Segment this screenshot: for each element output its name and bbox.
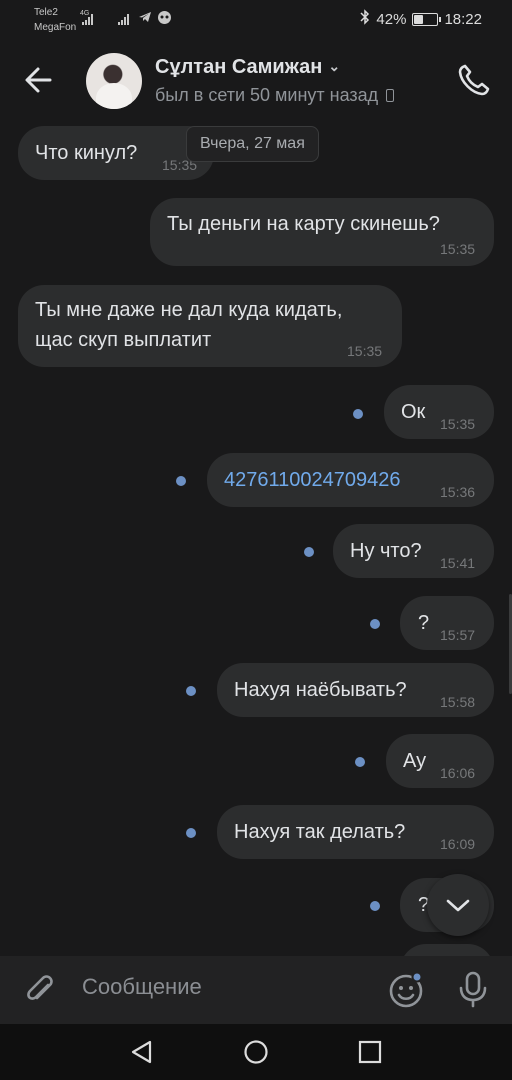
message-bubble-outgoing[interactable]: Ну что? 15:41	[333, 524, 494, 578]
chevron-down-icon: ⌄	[328, 58, 341, 74]
message-time: 15:41	[440, 555, 476, 571]
message-bubble-outgoing[interactable]: Нахуя наёбывать? 15:58	[217, 663, 494, 717]
attach-button[interactable]	[20, 970, 60, 1010]
contact-name[interactable]: Сұлтан Самижан ⌄	[155, 56, 340, 79]
message-text-line-2: щас скуп выплатит	[35, 329, 212, 351]
unread-indicator	[186, 828, 196, 838]
message-bubble-outgoing[interactable]: Ты деньги на карту скинешь? 15:35	[150, 198, 494, 266]
clock: 18:22	[444, 10, 482, 28]
square-recents-icon	[358, 1040, 382, 1064]
phone-icon	[458, 64, 490, 96]
arrow-left-icon	[25, 67, 52, 93]
unread-indicator	[355, 757, 365, 767]
message-bubble-outgoing[interactable]: Нахуя так делать? 16:09	[217, 805, 494, 859]
system-nav-bar	[0, 1024, 512, 1080]
triangle-back-icon	[131, 1040, 152, 1064]
message-text: Нахуя так делать?	[234, 821, 406, 843]
unread-indicator	[186, 686, 196, 696]
smile-icon	[389, 971, 423, 1008]
telegram-icon	[138, 10, 152, 28]
card-number-link[interactable]: 4276110024709426	[224, 465, 400, 495]
nav-back-button[interactable]	[128, 1038, 156, 1066]
last-seen-text: был в сети 50 минут назад	[155, 85, 379, 105]
back-button[interactable]	[20, 60, 60, 100]
nav-recents-button[interactable]	[356, 1038, 384, 1066]
unread-indicator	[370, 901, 380, 911]
chat-header: Сұлтан Самижан ⌄ был в сети 50 минут наза…	[0, 38, 512, 126]
unread-indicator	[370, 619, 380, 629]
nav-home-button[interactable]	[242, 1038, 270, 1066]
avatar[interactable]	[86, 53, 142, 109]
message-time: 15:35	[440, 241, 476, 257]
mobile-icon	[386, 89, 395, 102]
message-bubble-outgoing[interactable]: Ау 16:06	[386, 734, 494, 788]
message-bubble-incoming[interactable]: Что кинул? 15:35	[18, 126, 214, 180]
message-bubble-outgoing[interactable]	[400, 944, 494, 956]
message-text: Ну что?	[350, 540, 422, 562]
battery-percent: 42%	[376, 10, 407, 28]
unread-indicator	[176, 476, 186, 486]
message-bubble-incoming[interactable]: Ты мне даже не дал куда кидать, щас скуп…	[18, 285, 402, 367]
signal-icon	[118, 13, 129, 25]
call-button[interactable]	[452, 58, 496, 102]
emoji-button[interactable]	[386, 969, 428, 1011]
message-bubble-outgoing[interactable]: 4276110024709426 15:36	[207, 453, 494, 507]
message-text: Ау	[403, 750, 427, 772]
message-text: Нахуя наёбывать?	[234, 679, 407, 701]
unread-indicator	[353, 409, 363, 419]
carrier-1: Tele2	[34, 7, 58, 18]
message-input[interactable]: Сообщение	[82, 974, 202, 1000]
paperclip-icon	[27, 975, 53, 1000]
carrier-2: MegaFon	[34, 22, 77, 33]
message-text: Ты деньги на карту скинешь?	[167, 213, 440, 235]
date-separator: Вчера, 27 мая	[186, 126, 319, 162]
message-text: Ок	[401, 401, 426, 423]
message-time: 15:57	[440, 627, 476, 643]
chevron-down-icon	[446, 899, 470, 912]
status-right: 42% 18:22	[360, 9, 482, 29]
message-time: 16:09	[440, 836, 476, 852]
last-seen-status: был в сети 50 минут назад	[155, 85, 395, 106]
app-notification-icon	[157, 10, 172, 29]
message-time: 15:35	[440, 416, 476, 432]
message-list[interactable]: Что кинул? 15:35 Вчера, 27 мая Ты деньги…	[0, 126, 512, 956]
microphone-icon	[459, 971, 487, 1008]
signal-icon	[82, 13, 93, 25]
scroll-down-button[interactable]	[427, 874, 489, 936]
voice-message-button[interactable]	[452, 968, 494, 1010]
message-text-line-1: Ты мне даже не дал куда кидать,	[35, 299, 343, 321]
message-bubble-outgoing[interactable]: Ок 15:35	[384, 385, 494, 439]
message-text: Что кинул?	[35, 142, 138, 164]
message-text: ?	[418, 612, 430, 634]
message-time: 15:35	[347, 343, 383, 359]
bluetooth-icon	[360, 9, 370, 29]
message-time: 16:06	[440, 765, 476, 781]
contact-name-text: Сұлтан Самижан	[155, 56, 323, 78]
message-time: 15:36	[440, 484, 476, 500]
unread-indicator	[304, 547, 314, 557]
status-bar: Tele2 MegaFon 4G 42% 18:22	[0, 0, 512, 38]
message-time: 15:58	[440, 694, 476, 710]
circle-home-icon	[244, 1040, 268, 1064]
message-bubble-outgoing[interactable]: ? 15:57	[400, 596, 494, 650]
message-composer: Сообщение	[0, 956, 512, 1024]
battery-icon	[412, 12, 442, 26]
